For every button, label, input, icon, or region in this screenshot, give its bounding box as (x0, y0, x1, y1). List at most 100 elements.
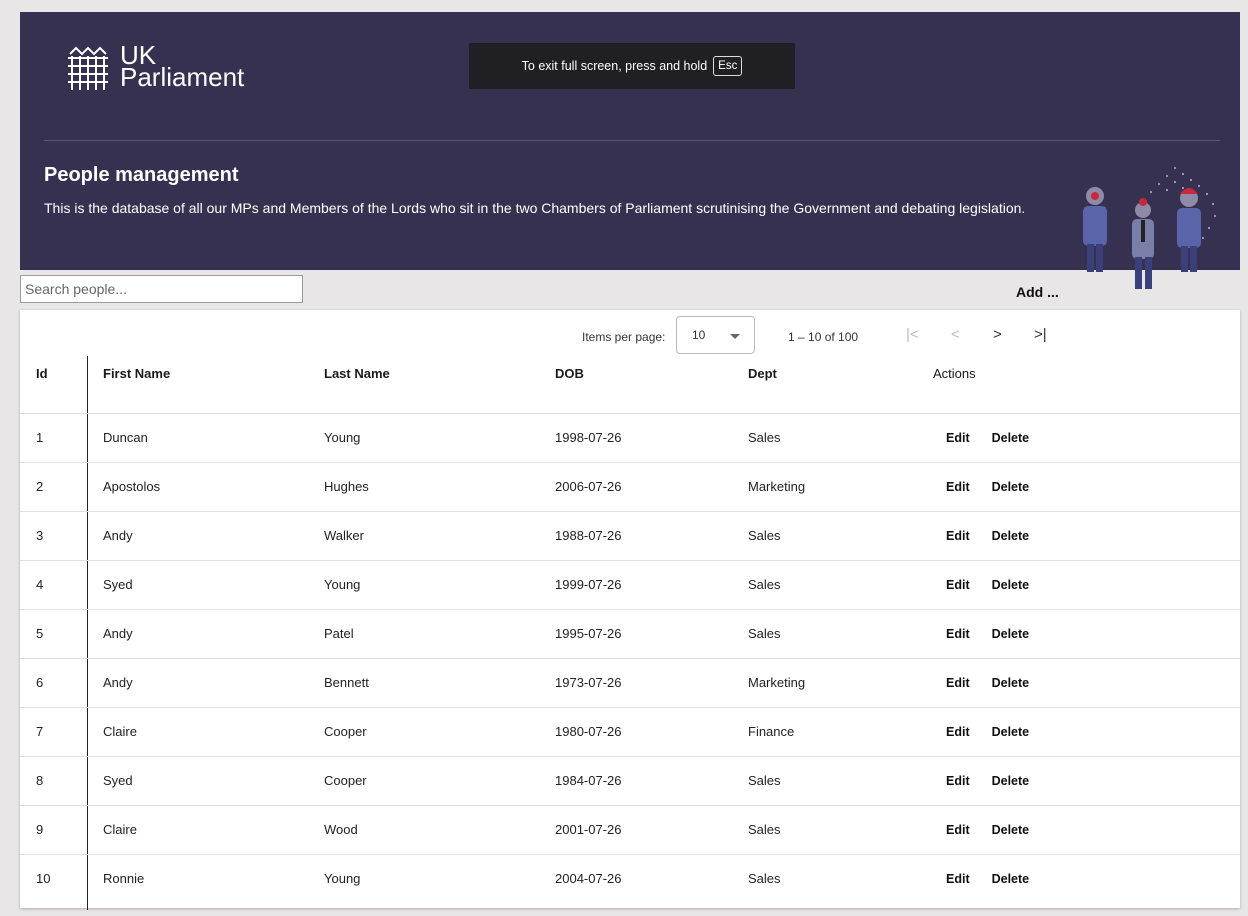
page-title: People management (44, 164, 239, 186)
fullscreen-exit-notice: To exit full screen, press and hold Esc (469, 43, 795, 89)
cell-dept: Sales (748, 510, 933, 560)
cell-id: 4 (20, 559, 88, 609)
cell-dept: Sales (748, 853, 933, 903)
cell-first-name: Andy (88, 510, 324, 560)
uk-parliament-logo[interactable]: UK Parliament (62, 42, 245, 96)
edit-button[interactable]: Edit (946, 676, 970, 690)
table-row: 5 Andy Patel 1995-07-26 Sales Edit Delete (20, 608, 1240, 658)
cell-actions: Edit Delete (933, 559, 1240, 609)
cell-actions: Edit Delete (933, 706, 1240, 756)
chevron-left-icon[interactable]: < (951, 326, 960, 343)
cell-id: 9 (20, 804, 88, 854)
cell-dept: Marketing (748, 657, 933, 707)
cell-actions: Edit Delete (933, 412, 1240, 462)
table-row: 2 Apostolos Hughes 2006-07-26 Marketing … (20, 461, 1240, 511)
cell-dept: Sales (748, 804, 933, 854)
table-row: 9 Claire Wood 2001-07-26 Sales Edit Delet… (20, 804, 1240, 854)
edit-button[interactable]: Edit (946, 627, 970, 641)
delete-button[interactable]: Delete (992, 627, 1030, 641)
logo-line-2: Parliament (120, 62, 245, 92)
edit-button[interactable]: Edit (946, 725, 970, 739)
chevron-down-icon (730, 334, 740, 339)
edit-button[interactable]: Edit (946, 578, 970, 592)
search-input[interactable] (20, 275, 303, 303)
header-actions: Actions (933, 366, 976, 381)
table-body: 1 Duncan Young 1998-07-26 Sales Edit Dele… (20, 412, 1240, 903)
cell-dept: Sales (748, 608, 933, 658)
table-header-row: Id First Name Last Name DOB Dept Actions (20, 356, 1240, 413)
cell-actions: Edit Delete (933, 755, 1240, 805)
cell-dob: 2001-07-26 (555, 804, 748, 854)
header-last-name[interactable]: Last Name (324, 356, 555, 413)
esc-key-badge: Esc (713, 56, 743, 76)
delete-button[interactable]: Delete (992, 529, 1030, 543)
cell-last-name: Young (324, 853, 555, 903)
paginator: Items per page: 10 1 – 10 of 100 |< < > … (20, 310, 1240, 356)
page-size-select[interactable]: 10 (676, 316, 755, 354)
delete-button[interactable]: Delete (992, 774, 1030, 788)
header-id[interactable]: Id (20, 356, 88, 413)
cell-first-name: Syed (88, 755, 324, 805)
cell-dob: 1995-07-26 (555, 608, 748, 658)
cell-dob: 1998-07-26 (555, 412, 748, 462)
first-page-icon[interactable]: |< (906, 326, 919, 343)
cell-dept: Marketing (748, 461, 933, 511)
delete-button[interactable]: Delete (992, 431, 1030, 445)
cell-last-name: Walker (324, 510, 555, 560)
delete-button[interactable]: Delete (992, 578, 1030, 592)
page: UK Parliament To exit full screen, press… (8, 8, 1240, 910)
chevron-right-icon[interactable]: > (993, 326, 1002, 343)
delete-button[interactable]: Delete (992, 725, 1030, 739)
edit-button[interactable]: Edit (946, 431, 970, 445)
cell-id: 8 (20, 755, 88, 805)
cell-dept: Sales (748, 412, 933, 462)
cell-id: 10 (20, 853, 88, 903)
cell-last-name: Wood (324, 804, 555, 854)
cell-actions: Edit Delete (933, 461, 1240, 511)
cell-last-name: Hughes (324, 461, 555, 511)
cell-actions: Edit Delete (933, 853, 1240, 903)
cell-dept: Sales (748, 559, 933, 609)
cell-last-name: Young (324, 412, 555, 462)
last-page-icon[interactable]: >| (1034, 326, 1047, 343)
cell-last-name: Young (324, 559, 555, 609)
people-illustration (1083, 167, 1216, 289)
edit-button[interactable]: Edit (946, 480, 970, 494)
cell-first-name: Andy (88, 608, 324, 658)
edit-button[interactable]: Edit (946, 529, 970, 543)
people-table: Id First Name Last Name DOB Dept Actions… (20, 356, 1240, 903)
cell-first-name: Duncan (88, 412, 324, 462)
cell-id: 5 (20, 608, 88, 658)
delete-button[interactable]: Delete (992, 676, 1030, 690)
cell-actions: Edit Delete (933, 608, 1240, 658)
portcullis-icon (68, 46, 108, 90)
cell-first-name: Claire (88, 804, 324, 854)
cell-first-name: Apostolos (88, 461, 324, 511)
cell-dob: 2006-07-26 (555, 461, 748, 511)
cell-dob: 1973-07-26 (555, 657, 748, 707)
edit-button[interactable]: Edit (946, 823, 970, 837)
cell-last-name: Patel (324, 608, 555, 658)
delete-button[interactable]: Delete (992, 823, 1030, 837)
page-range-label: 1 – 10 of 100 (788, 330, 859, 344)
delete-button[interactable]: Delete (992, 480, 1030, 494)
cell-id: 6 (20, 657, 88, 707)
cell-last-name: Cooper (324, 706, 555, 756)
people-table-card: Items per page: 10 1 – 10 of 100 |< < > … (20, 310, 1240, 910)
cell-first-name: Claire (88, 706, 324, 756)
page-description: This is the database of all our MPs and … (44, 200, 1026, 216)
edit-button[interactable]: Edit (946, 872, 970, 886)
header-dob[interactable]: DOB (555, 356, 748, 413)
delete-button[interactable]: Delete (992, 872, 1030, 886)
add-button[interactable]: Add ... (1016, 284, 1059, 300)
header-first-name[interactable]: First Name (88, 356, 324, 413)
header-dept[interactable]: Dept (748, 356, 933, 413)
table-row: 1 Duncan Young 1998-07-26 Sales Edit Dele… (20, 412, 1240, 462)
cell-id: 2 (20, 461, 88, 511)
table-row: 8 Syed Cooper 1984-07-26 Sales Edit Delet… (20, 755, 1240, 805)
cell-id: 7 (20, 706, 88, 756)
cell-dept: Sales (748, 755, 933, 805)
cell-dob: 1984-07-26 (555, 755, 748, 805)
cell-last-name: Bennett (324, 657, 555, 707)
edit-button[interactable]: Edit (946, 774, 970, 788)
